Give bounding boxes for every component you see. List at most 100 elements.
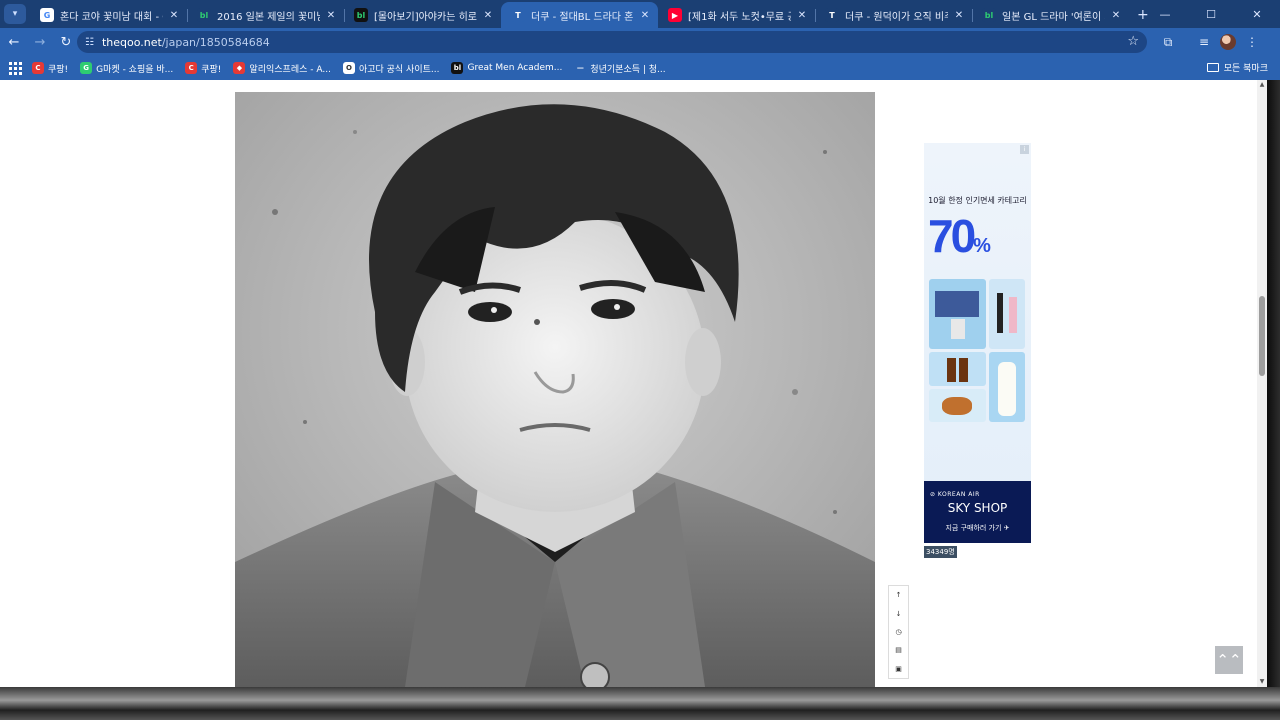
- tab-5[interactable]: T 더쿠 - 원덕이가 오직 비주얼 ✕: [815, 2, 972, 28]
- tab-0[interactable]: G 혼다 코야 꽃미남 대회 - Goo ✕: [30, 2, 187, 28]
- bookmark-favicon-icon: ◆: [233, 62, 246, 74]
- tab-close-icon[interactable]: ✕: [638, 10, 652, 21]
- bookmark-label: Great Men Academ...: [467, 63, 563, 73]
- tab-3[interactable]: T 더쿠 - 절대BL 드라다 혼다 코 ✕: [501, 2, 658, 28]
- browser-menu-icon[interactable]: ⋮: [1240, 30, 1264, 54]
- tab-list: G 혼다 코야 꽃미남 대회 - Goo ✕ bl 2016 일본 제일의 꽃미남 고교…: [30, 0, 1129, 28]
- bookmark-label: 쿠팡!: [201, 64, 222, 75]
- tab-4[interactable]: ▶ [제1화 서두 노컷•무료 공개] ✕: [658, 2, 815, 28]
- scroll-up-button[interactable]: ↑: [896, 591, 902, 599]
- bookmark-item[interactable]: — 청년기본소득 | 청...: [574, 62, 666, 75]
- bookmark-label: 쿠팡!: [48, 64, 69, 75]
- tab-close-icon[interactable]: ✕: [1109, 10, 1123, 21]
- bookmark-star-icon[interactable]: ☆: [1127, 34, 1139, 49]
- close-window-button[interactable]: ✕: [1234, 0, 1280, 28]
- maximize-button[interactable]: ☐: [1188, 0, 1234, 28]
- scroll-down-button[interactable]: ↓: [896, 610, 902, 618]
- reading-list-icon[interactable]: ≡: [1192, 30, 1216, 54]
- tab-close-icon[interactable]: ✕: [167, 10, 181, 21]
- apps-grid-icon[interactable]: [4, 59, 26, 77]
- tab-title: 혼다 코야 꽃미남 대회 - Goo: [60, 11, 163, 23]
- bookmark-favicon-icon: C: [185, 62, 198, 74]
- tab-favicon-icon: bl: [354, 8, 368, 22]
- bookmark-item[interactable]: C 쿠팡!: [32, 62, 68, 75]
- tab-favicon-icon: G: [40, 8, 54, 22]
- ad-discount: 70%: [928, 209, 991, 263]
- bookmark-favicon-icon: G: [80, 62, 93, 74]
- tab-favicon-icon: ▶: [668, 8, 682, 22]
- bookmark-favicon-icon: bl: [451, 62, 464, 74]
- tab-favicon-icon: bl: [197, 8, 211, 22]
- tab-title: 2016 일본 제일의 꽃미남 고교: [217, 11, 320, 23]
- all-bookmarks-button[interactable]: 모든 북마크: [1206, 61, 1268, 74]
- tab-title: [몰아보기]아야카는 히로코 선: [374, 11, 477, 23]
- page-scrollbar[interactable]: ▲ ▼: [1257, 80, 1267, 687]
- visitor-counter: 34349명: [924, 546, 957, 558]
- tab-close-icon[interactable]: ✕: [795, 10, 809, 21]
- ad-footer[interactable]: ⊘ KOREAN AIR SKY SHOP 지금 구매하러 가기 ✈: [924, 481, 1031, 543]
- product-image: [989, 279, 1025, 349]
- tab-title: 더쿠 - 원덕이가 오직 비주얼: [845, 11, 948, 23]
- bookmark-item[interactable]: O 아고다 공식 사이트...: [342, 62, 440, 75]
- avatar: [1220, 34, 1236, 50]
- scroll-thumb[interactable]: [1259, 296, 1265, 376]
- tab-favicon-icon: bl: [982, 8, 996, 22]
- desktop-background: [0, 687, 1280, 720]
- forward-button[interactable]: →: [28, 30, 52, 54]
- tab-close-icon[interactable]: ✕: [481, 10, 495, 21]
- ad-info-icon[interactable]: i: [1020, 145, 1029, 154]
- scroll-to-top-button[interactable]: ⌃⌃: [1215, 646, 1243, 674]
- address-bar[interactable]: ☷ theqoo.net/japan/1850584684 ☆: [77, 31, 1147, 53]
- scroll-down-arrow-icon[interactable]: ▼: [1257, 677, 1267, 687]
- folder-icon: [1206, 63, 1219, 72]
- bookmark-label: 청년기본소득 | 청...: [590, 64, 666, 75]
- ad-percent: %: [973, 235, 991, 257]
- ad-brand: ⊘ KOREAN AIR: [930, 491, 980, 498]
- portrait-photo: [235, 92, 875, 687]
- scroll-up-arrow-icon[interactable]: ▲: [1257, 80, 1267, 90]
- bookmark-item[interactable]: C 쿠팡!: [185, 62, 221, 75]
- bookmark-item[interactable]: G G마켓 - 쇼핑을 바...: [80, 62, 173, 75]
- url-path: /japan/1850584684: [161, 35, 270, 49]
- desktop-background: [1267, 80, 1280, 720]
- ad-headline: 10월 한정 인기면세 카테고리: [928, 196, 1027, 205]
- tab-title: [제1화 서두 노컷•무료 공개]: [688, 11, 791, 23]
- product-image: [929, 279, 986, 349]
- all-bookmarks-label: 모든 북마크: [1223, 64, 1268, 74]
- ad-cta[interactable]: 지금 구매하러 가기 ✈: [924, 523, 1031, 533]
- save-icon[interactable]: ▣: [895, 665, 902, 673]
- bookmark-item[interactable]: bl Great Men Academ...: [451, 62, 562, 74]
- profile-avatar[interactable]: [1216, 30, 1240, 54]
- product-image: [989, 352, 1025, 422]
- ad-banner[interactable]: i 10월 한정 인기면세 카테고리 70% ⊘ KOREAN AIR SKY …: [924, 143, 1031, 543]
- back-button[interactable]: ←: [2, 30, 26, 54]
- list-icon[interactable]: ▤: [895, 646, 902, 654]
- product-image: [929, 352, 986, 386]
- tab-search-button[interactable]: ▾: [4, 4, 26, 24]
- bookmark-favicon-icon: O: [342, 62, 355, 74]
- bookmark-list: C 쿠팡! G G마켓 - 쇼핑을 바... C 쿠팡! ◆ 알리익스프레스 - A... O 아…: [32, 62, 678, 75]
- product-image: [929, 389, 986, 422]
- history-icon[interactable]: ◷: [895, 628, 901, 636]
- tab-1[interactable]: bl 2016 일본 제일의 꽃미남 고교 ✕: [187, 2, 344, 28]
- tab-favicon-icon: T: [825, 8, 839, 22]
- tab-close-icon[interactable]: ✕: [952, 10, 966, 21]
- ad-discount-number: 70: [928, 210, 976, 262]
- reload-button[interactable]: ↻: [54, 30, 78, 54]
- site-info-icon[interactable]: ☷: [85, 37, 94, 48]
- bookmark-favicon-icon: —: [574, 62, 587, 74]
- tab-2[interactable]: bl [몰아보기]아야카는 히로코 선 ✕: [344, 2, 501, 28]
- browser-toolbar: ← → ↻ ☷ theqoo.net/japan/1850584684 ☆ ⧉ …: [0, 28, 1280, 56]
- tab-close-icon[interactable]: ✕: [324, 10, 338, 21]
- bookmark-label: 아고다 공식 사이트...: [358, 64, 440, 75]
- minimize-button[interactable]: —: [1142, 0, 1188, 28]
- bookmark-label: G마켓 - 쇼핑을 바...: [96, 64, 174, 75]
- bookmark-item[interactable]: ◆ 알리익스프레스 - A...: [233, 62, 331, 75]
- bookmarks-bar: C 쿠팡! G G마켓 - 쇼핑을 바... C 쿠팡! ◆ 알리익스프레스 - A... O 아…: [0, 56, 1280, 80]
- bookmark-label: 알리익스프레스 - A...: [249, 64, 331, 75]
- extensions-icon[interactable]: ⧉: [1156, 30, 1180, 54]
- ad-shop-title: SKY SHOP: [947, 501, 1008, 515]
- tab-title: 더쿠 - 절대BL 드라다 혼다 코: [531, 11, 634, 23]
- tab-6[interactable]: bl 일본 GL 드라마 '여론이 되어다 ✕: [972, 2, 1129, 28]
- bookmark-favicon-icon: C: [32, 62, 44, 74]
